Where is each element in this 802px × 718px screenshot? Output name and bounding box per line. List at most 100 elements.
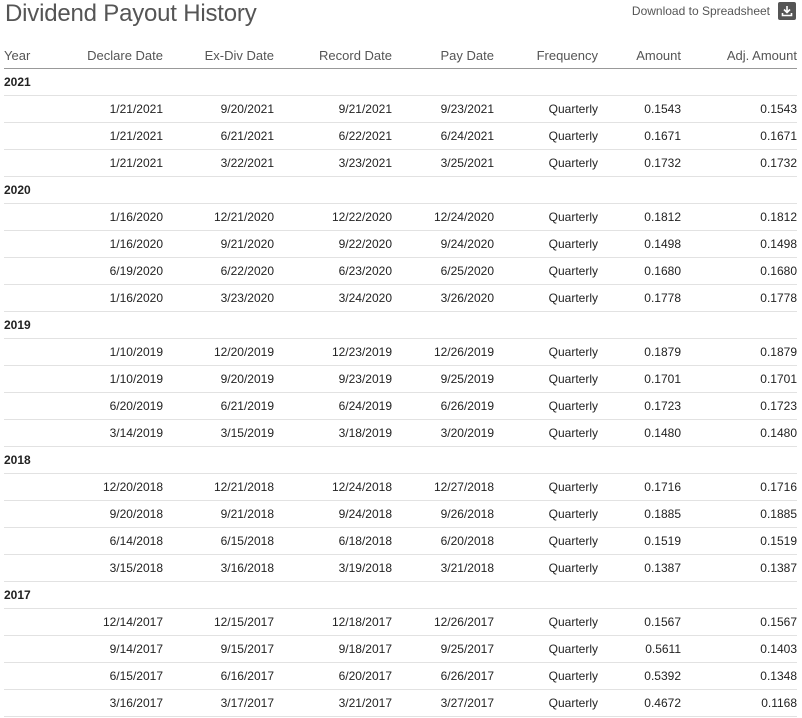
table-row: 12/20/2018 12/21/2018 12/24/2018 12/27/2018…	[4, 473, 797, 501]
declare-date-cell: 3/14/2019	[44, 419, 163, 447]
frequency-cell: Quarterly	[494, 635, 598, 663]
record-date-cell: 12/22/2020	[274, 203, 392, 231]
pay-date-cell: 9/24/2020	[392, 230, 494, 258]
ex-div-date-cell: 9/21/2020	[163, 230, 274, 258]
frequency-cell: Quarterly	[494, 230, 598, 258]
frequency-cell: Quarterly	[494, 392, 598, 420]
year-cell	[4, 365, 44, 393]
record-date-cell: 3/24/2020	[274, 284, 392, 312]
record-date-cell: 9/22/2020	[274, 230, 392, 258]
declare-date-cell: 1/21/2021	[44, 149, 163, 177]
year-cell	[4, 554, 44, 582]
ex-div-date-cell: 9/20/2021	[163, 95, 274, 123]
year-label: 2017	[4, 581, 797, 609]
record-date-cell: 12/24/2018	[274, 473, 392, 501]
pay-date-cell: 6/20/2018	[392, 527, 494, 555]
download-label: Download to Spreadsheet	[631, 4, 770, 18]
adj-amount-cell: 0.1812	[681, 203, 797, 231]
year-cell	[4, 635, 44, 663]
declare-date-cell: 3/15/2018	[44, 554, 163, 582]
amount-cell: 0.1387	[598, 554, 681, 582]
column-header-pay-date[interactable]: Pay Date	[392, 42, 494, 69]
declare-date-cell: 1/16/2020	[44, 203, 163, 231]
ex-div-date-cell: 12/21/2018	[163, 473, 274, 501]
record-date-cell: 3/23/2021	[274, 149, 392, 177]
year-cell	[4, 149, 44, 177]
frequency-cell: Quarterly	[494, 365, 598, 393]
table-row: 6/19/2020 6/22/2020 6/23/2020 6/25/2020 Quar…	[4, 257, 797, 285]
ex-div-date-cell: 6/15/2018	[163, 527, 274, 555]
frequency-cell: Quarterly	[494, 95, 598, 123]
table-row: 1/10/2019 9/20/2019 9/23/2019 9/25/2019 Quar…	[4, 365, 797, 393]
record-date-cell: 12/18/2017	[274, 608, 392, 636]
adj-amount-cell: 0.1543	[681, 95, 797, 123]
amount-cell: 0.4672	[598, 689, 681, 717]
ex-div-date-cell: 9/20/2019	[163, 365, 274, 393]
amount-cell: 0.1498	[598, 230, 681, 258]
adj-amount-cell: 0.1480	[681, 419, 797, 447]
year-cell	[4, 284, 44, 312]
adj-amount-cell: 0.1403	[681, 635, 797, 663]
table-row: 3/16/2017 3/17/2017 3/21/2017 3/27/2017 Quar…	[4, 689, 797, 717]
column-header-ex-div-date[interactable]: Ex-Div Date	[163, 42, 274, 69]
year-cell	[4, 662, 44, 690]
table-row: 1/21/2021 3/22/2021 3/23/2021 3/25/2021 Quar…	[4, 149, 797, 177]
column-header-amount[interactable]: Amount	[598, 42, 681, 69]
amount-cell: 0.1480	[598, 419, 681, 447]
pay-date-cell: 12/26/2017	[392, 608, 494, 636]
adj-amount-cell: 0.1732	[681, 149, 797, 177]
pay-date-cell: 3/27/2017	[392, 689, 494, 717]
column-header-adj-amount[interactable]: Adj. Amount	[681, 42, 797, 69]
pay-date-cell: 12/26/2019	[392, 338, 494, 366]
pay-date-cell: 9/23/2021	[392, 95, 494, 123]
amount-cell: 0.1885	[598, 500, 681, 528]
ex-div-date-cell: 3/23/2020	[163, 284, 274, 312]
pay-date-cell: 12/27/2018	[392, 473, 494, 501]
pay-date-cell: 6/26/2019	[392, 392, 494, 420]
ex-div-date-cell: 12/20/2019	[163, 338, 274, 366]
column-header-year[interactable]: Year	[4, 42, 44, 69]
year-cell	[4, 500, 44, 528]
year-label: 2021	[4, 68, 797, 96]
frequency-cell: Quarterly	[494, 284, 598, 312]
frequency-cell: Quarterly	[494, 554, 598, 582]
column-header-frequency[interactable]: Frequency	[494, 42, 598, 69]
year-cell	[4, 527, 44, 555]
pay-date-cell: 6/26/2017	[392, 662, 494, 690]
record-date-cell: 9/23/2019	[274, 365, 392, 393]
table-row: 9/20/2018 9/21/2018 9/24/2018 9/26/2018 Quar…	[4, 500, 797, 528]
amount-cell: 0.1723	[598, 392, 681, 420]
record-date-cell: 6/23/2020	[274, 257, 392, 285]
adj-amount-cell: 0.1671	[681, 122, 797, 150]
ex-div-date-cell: 6/22/2020	[163, 257, 274, 285]
year-label: 2019	[4, 311, 797, 339]
frequency-cell: Quarterly	[494, 338, 598, 366]
table-row: 1/10/2019 12/20/2019 12/23/2019 12/26/2019 Q…	[4, 338, 797, 366]
ex-div-date-cell: 3/17/2017	[163, 689, 274, 717]
amount-cell: 0.1543	[598, 95, 681, 123]
declare-date-cell: 6/15/2017	[44, 662, 163, 690]
year-label: 2018	[4, 446, 797, 474]
year-cell	[4, 203, 44, 231]
adj-amount-cell: 0.1778	[681, 284, 797, 312]
frequency-cell: Quarterly	[494, 500, 598, 528]
column-header-declare-date[interactable]: Declare Date	[44, 42, 163, 69]
year-cell	[4, 419, 44, 447]
table-row: 12/14/2017 12/15/2017 12/18/2017 12/26/2017…	[4, 608, 797, 636]
year-group-row: 2019	[4, 311, 797, 339]
declare-date-cell: 1/10/2019	[44, 338, 163, 366]
ex-div-date-cell: 6/21/2019	[163, 392, 274, 420]
pay-date-cell: 9/25/2017	[392, 635, 494, 663]
table-row: 6/14/2018 6/15/2018 6/18/2018 6/20/2018 Quar…	[4, 527, 797, 555]
table-body: 2021 1/21/2021 9/20/2021 9/21/2021 9/23/2021…	[4, 68, 797, 717]
adj-amount-cell: 0.1519	[681, 527, 797, 555]
declare-date-cell: 6/19/2020	[44, 257, 163, 285]
download-spreadsheet-button[interactable]: Download to Spreadsheet	[632, 2, 796, 20]
amount-cell: 0.1567	[598, 608, 681, 636]
amount-cell: 0.5611	[598, 635, 681, 663]
declare-date-cell: 6/14/2018	[44, 527, 163, 555]
column-header-record-date[interactable]: Record Date	[274, 42, 392, 69]
year-cell	[4, 122, 44, 150]
year-cell	[4, 473, 44, 501]
table-row: 1/21/2021 9/20/2021 9/21/2021 9/23/2021 Quar…	[4, 95, 797, 123]
